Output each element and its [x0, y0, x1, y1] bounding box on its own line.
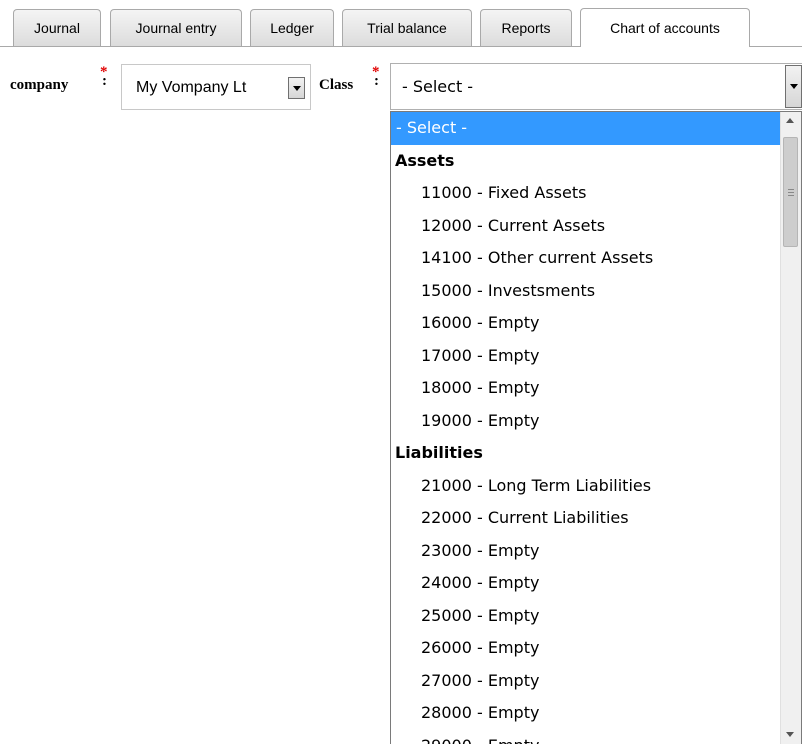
class-dropdown-button[interactable]	[785, 65, 802, 108]
grip-line	[788, 192, 794, 193]
chevron-down-icon	[789, 84, 798, 89]
dropdown-option[interactable]: 12000 - Current Assets	[391, 210, 781, 243]
scroll-down-arrow-icon[interactable]	[786, 732, 794, 737]
grip-line	[788, 189, 794, 190]
tab-journal[interactable]: Journal	[13, 9, 101, 46]
option-group-label: Liabilities	[395, 443, 483, 462]
dropdown-option[interactable]: 15000 - Investsments	[391, 275, 781, 308]
class-colon: :	[374, 73, 379, 89]
dropdown-option[interactable]: 11000 - Fixed Assets	[391, 177, 781, 210]
scrollbar-thumb[interactable]	[783, 137, 798, 247]
dropdown-scrollbar[interactable]	[780, 112, 801, 744]
class-dropdown-list: - Select - Assets 11000 - Fixed Assets 1200…	[390, 111, 802, 744]
chevron-down-icon	[292, 85, 301, 91]
class-select[interactable]: - Select -	[390, 63, 802, 110]
dropdown-option[interactable]: 25000 - Empty	[391, 600, 781, 633]
class-label: Class	[319, 77, 354, 93]
dropdown-option[interactable]: 23000 - Empty	[391, 535, 781, 568]
tab-chart-of-accounts[interactable]: Chart of accounts	[580, 8, 750, 47]
tab-reports[interactable]: Reports	[480, 9, 572, 46]
dropdown-option[interactable]: 16000 - Empty	[391, 307, 781, 340]
dropdown-option[interactable]: 24000 - Empty	[391, 567, 781, 600]
tab-label: Chart of accounts	[610, 20, 720, 36]
tab-label: Journal	[34, 20, 80, 36]
tab-journal-entry[interactable]: Journal entry	[110, 9, 242, 46]
scroll-up-arrow-icon[interactable]	[786, 118, 794, 123]
company-dropdown-button[interactable]	[288, 77, 305, 99]
company-colon: :	[102, 73, 107, 89]
company-select[interactable]: My Vompany Lt	[121, 64, 311, 110]
tab-trial-balance[interactable]: Trial balance	[342, 9, 472, 46]
company-select-value: My Vompany Lt	[136, 79, 247, 96]
dropdown-option[interactable]: 29000 - Empty	[391, 730, 781, 744]
tab-label: Trial balance	[367, 20, 447, 36]
tab-label: Journal entry	[135, 20, 217, 36]
tab-ledger[interactable]: Ledger	[250, 9, 334, 46]
tab-label: Ledger	[270, 20, 314, 36]
class-select-value: - Select -	[402, 77, 474, 96]
tab-bar: Journal Journal entry Ledger Trial balan…	[0, 0, 802, 47]
option-group-label: Assets	[395, 150, 455, 170]
tab-label: Reports	[501, 20, 551, 36]
dropdown-option[interactable]: 27000 - Empty	[391, 665, 781, 698]
dropdown-option[interactable]: 26000 - Empty	[391, 632, 781, 665]
dropdown-option[interactable]: 18000 - Empty	[391, 372, 781, 405]
company-label: company	[10, 77, 69, 93]
option-list: - Select - Assets 11000 - Fixed Assets 1200…	[391, 112, 801, 744]
dropdown-option[interactable]: 19000 - Empty	[391, 405, 781, 438]
dropdown-option[interactable]: 14100 - Other current Assets	[391, 242, 781, 275]
dropdown-option[interactable]: 28000 - Empty	[391, 697, 781, 730]
dropdown-option[interactable]: - Select -	[391, 112, 781, 145]
dropdown-option[interactable]: 21000 - Long Term Liabilities	[391, 470, 781, 503]
dropdown-option[interactable]: 17000 - Empty	[391, 340, 781, 373]
grip-line	[788, 195, 794, 196]
dropdown-option[interactable]: 22000 - Current Liabilities	[391, 502, 781, 535]
